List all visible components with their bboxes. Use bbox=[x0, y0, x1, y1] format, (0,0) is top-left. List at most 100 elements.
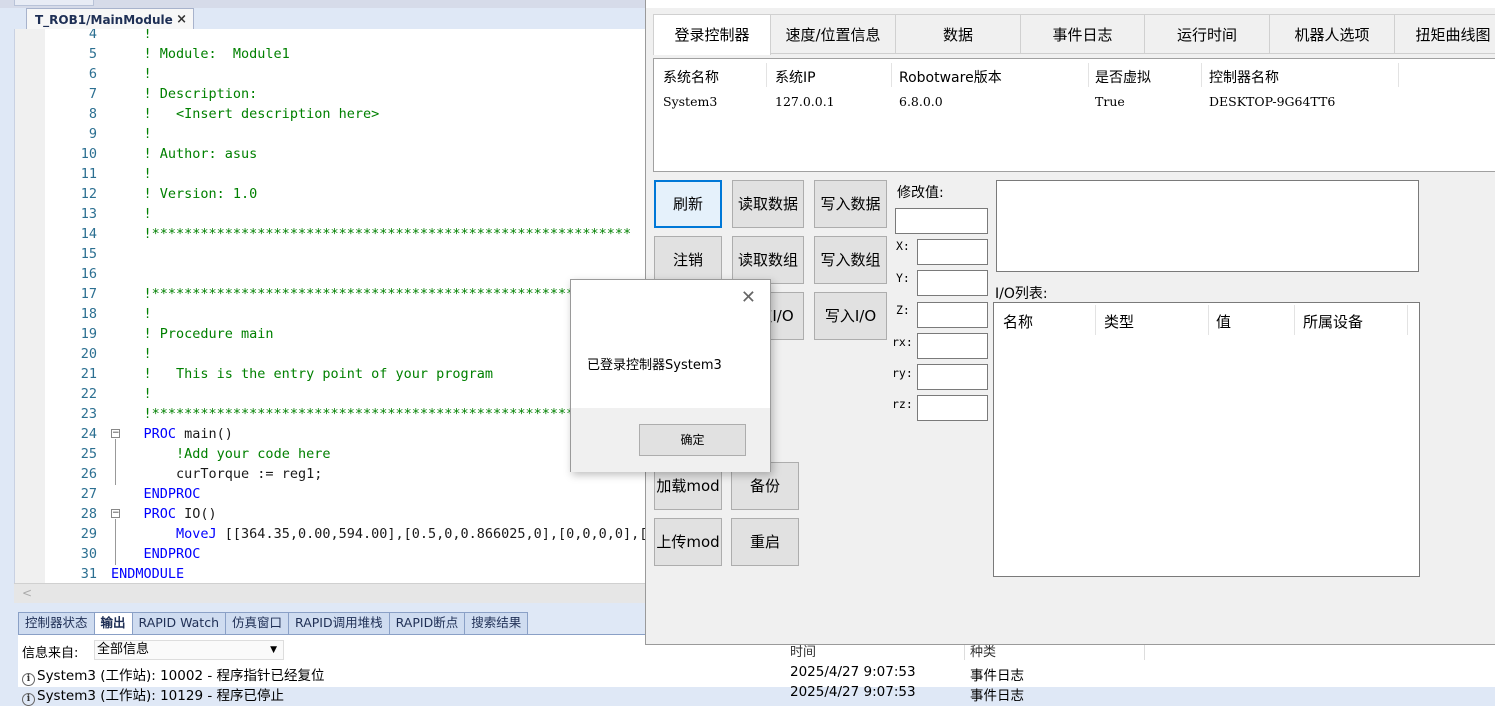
code-content: ! Description: bbox=[143, 86, 258, 102]
code-line[interactable]: 19 ! Procedure main bbox=[15, 324, 650, 344]
output-tab[interactable]: RAPID Watch bbox=[131, 612, 226, 634]
code-text: ! bbox=[111, 204, 152, 224]
read-array-button[interactable]: 读取数组 bbox=[732, 236, 804, 284]
cell-is-virtual: True bbox=[1095, 94, 1125, 109]
restart-button[interactable]: 重启 bbox=[731, 518, 799, 566]
fold-guide bbox=[115, 439, 116, 485]
main-tab[interactable]: 速度/位置信息 bbox=[770, 14, 896, 54]
code-line[interactable]: 5 ! Module: Module1 bbox=[15, 44, 650, 64]
io-list-table[interactable]: 名称 类型 值 所属设备 bbox=[993, 302, 1420, 577]
dialog-message: 已登录控制器System3 bbox=[587, 358, 722, 373]
editor-tab-close-icon[interactable]: × bbox=[176, 12, 187, 27]
output-tab[interactable]: 控制器状态 bbox=[18, 612, 95, 634]
code-line[interactable]: 23 !************************************… bbox=[15, 404, 650, 424]
editor-top-tab-stub[interactable] bbox=[14, 0, 94, 6]
main-tab[interactable]: 事件日志 bbox=[1020, 14, 1145, 54]
code-line[interactable]: 25 !Add your code here bbox=[15, 444, 650, 464]
code-line[interactable]: 11 ! bbox=[15, 164, 650, 184]
modify-value-input[interactable] bbox=[895, 208, 988, 234]
output-tab[interactable]: 仿真窗口 bbox=[225, 612, 290, 634]
code-line[interactable]: 13 ! bbox=[15, 204, 650, 224]
output-tab[interactable]: RAPID调用堆栈 bbox=[288, 612, 390, 634]
output-tab[interactable]: 输出 bbox=[93, 612, 133, 634]
code-editor[interactable]: 4 ! 5 ! Module: Module1 6 ! 7 ! Description… bbox=[14, 29, 650, 583]
code-line[interactable]: 20 ! bbox=[15, 344, 650, 364]
coord-x-label: X: bbox=[896, 239, 910, 253]
upload-mod-button[interactable]: 上传mod bbox=[654, 518, 722, 566]
coord-z-input[interactable] bbox=[917, 302, 988, 328]
code-line[interactable]: 21 ! This is the entry point of your pro… bbox=[15, 364, 650, 384]
code-line[interactable]: 30 ENDPROC bbox=[15, 544, 650, 564]
main-tab[interactable]: 数据 bbox=[895, 14, 1021, 54]
line-number: 25 bbox=[80, 446, 97, 462]
main-tab[interactable]: 运行时间 bbox=[1144, 14, 1270, 54]
code-line[interactable]: 29 MoveJ [[364.35,0.00,594.00],[0.5,0,0.… bbox=[15, 524, 650, 544]
code-line[interactable]: 18 ! bbox=[15, 304, 650, 324]
code-line[interactable]: 26 curTorque := reg1; bbox=[15, 464, 650, 484]
write-data-button[interactable]: 写入数据 bbox=[814, 180, 887, 228]
read-data-button[interactable]: 读取数据 bbox=[732, 180, 804, 228]
fold-toggle-icon[interactable]: − bbox=[111, 509, 120, 518]
controller-table[interactable]: 系统名称 系统IP Robotware版本 是否虚拟 控制器名称 System3… bbox=[653, 58, 1495, 172]
main-tab[interactable]: 登录控制器 bbox=[653, 14, 771, 55]
output-tab[interactable]: 搜索结果 bbox=[464, 612, 529, 634]
coord-x-input[interactable] bbox=[917, 239, 988, 265]
logout-button[interactable]: 注销 bbox=[654, 236, 722, 284]
code-line[interactable]: 8 ! <Insert description here> bbox=[15, 104, 650, 124]
code-content: ! bbox=[143, 126, 152, 142]
cell-system-name: System3 bbox=[663, 94, 718, 109]
output-tab[interactable]: RAPID断点 bbox=[388, 612, 466, 634]
coord-y-input[interactable] bbox=[917, 270, 988, 296]
code-line[interactable]: 10 ! Author: asus bbox=[15, 144, 650, 164]
editor-tab[interactable]: T_ROB1/MainModule × bbox=[26, 8, 194, 30]
code-line[interactable]: 12 ! Version: 1.0 bbox=[15, 184, 650, 204]
code-keyword: MoveJ bbox=[176, 526, 217, 542]
message-row[interactable]: i System3 (工作站): 10129 - 程序已停止 bbox=[22, 684, 284, 706]
source-select[interactable]: 全部信息 ▼ bbox=[94, 640, 284, 660]
message-row[interactable]: i System3 (工作站): 10002 - 程序指针已经复位 bbox=[22, 664, 325, 686]
code-line[interactable]: 27 ENDPROC bbox=[15, 484, 650, 504]
coord-rz-input[interactable] bbox=[917, 395, 988, 421]
code-line[interactable]: 17 !************************************… bbox=[15, 284, 650, 304]
code-text: ! bbox=[111, 344, 152, 364]
fold-toggle-icon[interactable]: − bbox=[111, 429, 120, 438]
code-line[interactable]: 15 bbox=[15, 244, 650, 264]
scroll-left-icon[interactable]: < bbox=[22, 586, 32, 600]
code-line[interactable]: 9 ! bbox=[15, 124, 650, 144]
column-separator bbox=[1407, 305, 1408, 335]
write-io-button[interactable]: 写入I/O bbox=[814, 292, 887, 340]
code-line[interactable]: 6 ! bbox=[15, 64, 650, 84]
code-text: PROC IO() bbox=[111, 504, 217, 524]
main-tab[interactable]: 机器人选项 bbox=[1269, 14, 1395, 54]
editor-horizontal-scrollbar[interactable]: < bbox=[14, 583, 650, 603]
refresh-button[interactable]: 刷新 bbox=[654, 180, 722, 228]
code-line[interactable]: 31 ENDMODULE bbox=[15, 564, 650, 583]
ok-button[interactable]: 确定 bbox=[639, 424, 746, 456]
close-icon[interactable]: ✕ bbox=[741, 289, 756, 307]
line-number: 11 bbox=[80, 166, 97, 182]
line-number: 28 bbox=[80, 506, 97, 522]
write-array-button[interactable]: 写入数组 bbox=[814, 236, 887, 284]
code-line[interactable]: 16 bbox=[15, 264, 650, 284]
code-line[interactable]: 22 ! bbox=[15, 384, 650, 404]
code-text: ! This is the entry point of your progra… bbox=[111, 364, 494, 384]
coord-ry-input[interactable] bbox=[917, 364, 988, 390]
io-list-label: I/O列表: bbox=[995, 286, 1048, 302]
coord-rx-input[interactable] bbox=[917, 333, 988, 359]
code-content: !***************************************… bbox=[143, 286, 632, 302]
message-textarea[interactable] bbox=[996, 180, 1419, 272]
header-system-name: 系统名称 bbox=[663, 70, 719, 86]
code-line[interactable]: 7 ! Description: bbox=[15, 84, 650, 104]
main-tabs: 登录控制器 速度/位置信息 数据 事件日志 运行时间 机器人选项 扭矩曲线图 bbox=[653, 14, 1495, 55]
code-line[interactable]: 4 ! bbox=[15, 29, 650, 44]
code-line[interactable]: 14 !************************************… bbox=[15, 224, 650, 244]
code-text: ! Version: 1.0 bbox=[111, 184, 258, 204]
main-tab[interactable]: 扭矩曲线图 bbox=[1394, 14, 1495, 54]
